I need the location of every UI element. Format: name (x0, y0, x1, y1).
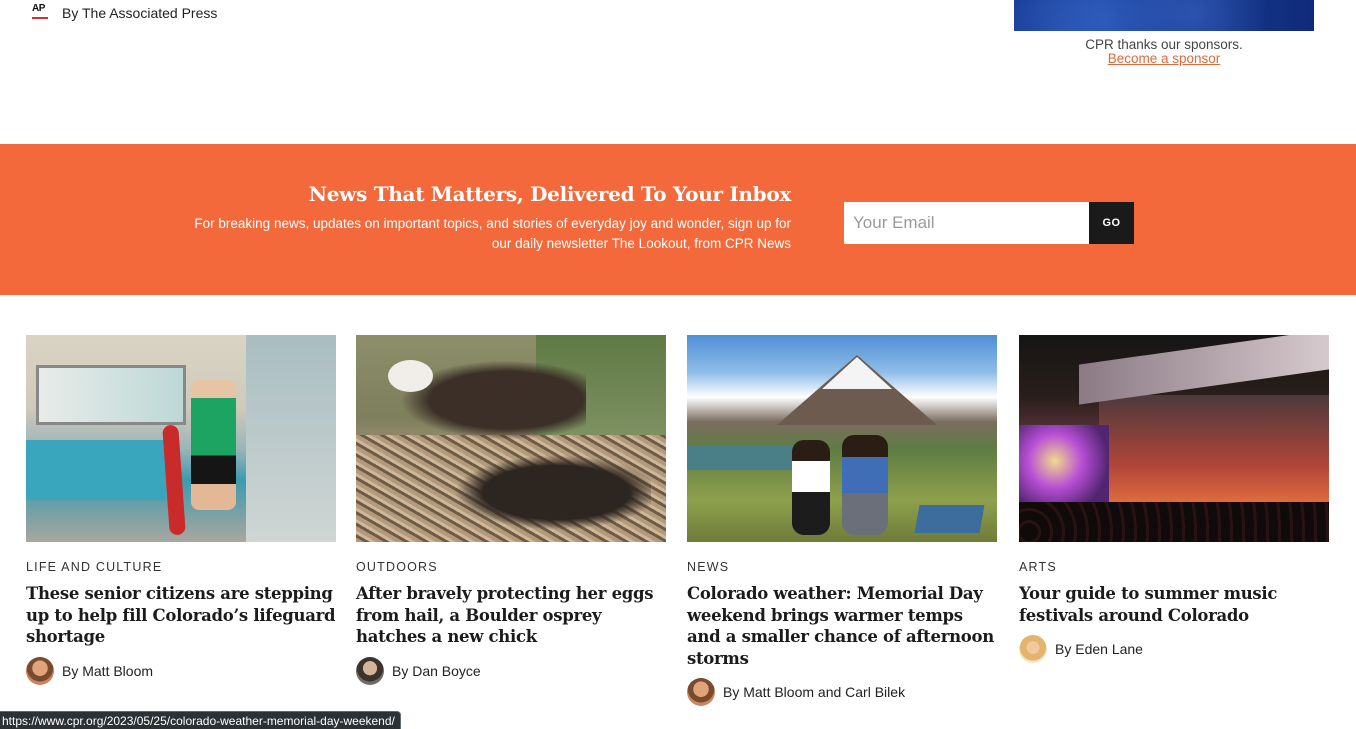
article-category[interactable]: NEWS (687, 560, 997, 574)
sponsor-image[interactable] (1014, 0, 1314, 31)
article-headline[interactable]: Your guide to summer music festivals aro… (1019, 583, 1329, 626)
article-headline[interactable]: These senior citizens are stepping up to… (26, 583, 336, 648)
author-name[interactable]: By Matt Bloom (62, 663, 153, 679)
sponsor-thanks-text: CPR thanks our sponsors. (1085, 37, 1243, 52)
article-thumbnail-mountain[interactable] (687, 335, 997, 542)
article-headline[interactable]: Colorado weather: Memorial Day weekend b… (687, 583, 997, 669)
browser-status-url: https://www.cpr.org/2023/05/25/colorado-… (0, 711, 401, 729)
article-card[interactable]: ARTS Your guide to summer music festival… (1019, 335, 1329, 663)
avatar (26, 656, 54, 685)
article-thumbnail-concert[interactable] (1019, 335, 1329, 542)
newsletter-description: For breaking news, updates on important … (194, 216, 791, 251)
newsletter-signup: News That Matters, Delivered To Your Inb… (0, 144, 1356, 295)
avatar (687, 678, 715, 706)
article-author: By Dan Boyce (356, 656, 666, 685)
article-category[interactable]: OUTDOORS (356, 560, 666, 574)
ap-logo-icon: AP (32, 3, 50, 22)
article-thumbnail-lifeguard[interactable] (26, 335, 336, 542)
article-card[interactable]: NEWS Colorado weather: Memorial Day week… (687, 335, 997, 706)
article-card[interactable]: OUTDOORS After bravely protecting her eg… (356, 335, 666, 685)
article-category[interactable]: LIFE AND CULTURE (26, 560, 336, 574)
author-name[interactable]: By Dan Boyce (392, 663, 481, 679)
email-input[interactable] (844, 202, 1089, 244)
become-sponsor-link[interactable]: Become a sponsor (1108, 51, 1221, 66)
byline-text: By The Associated Press (62, 5, 218, 21)
article-category[interactable]: ARTS (1019, 560, 1329, 574)
newsletter-title: News That Matters, Delivered To Your Inb… (308, 182, 792, 206)
sponsor-link-wrapper: Become a sponsor (1014, 51, 1314, 66)
ap-logo-bar (32, 17, 48, 19)
article-author: By Matt Bloom and Carl Bilek (687, 678, 997, 706)
top-byline: AP By The Associated Press (32, 3, 218, 22)
article-author: By Matt Bloom (26, 656, 336, 685)
newsletter-form: GO (844, 202, 1134, 244)
author-name[interactable]: By Matt Bloom and Carl Bilek (723, 684, 905, 700)
article-thumbnail-osprey[interactable] (356, 335, 666, 542)
ap-logo-text: AP (32, 3, 45, 14)
avatar (1019, 635, 1047, 663)
article-headline[interactable]: After bravely protecting her eggs from h… (356, 583, 666, 648)
article-card[interactable]: LIFE AND CULTURE These senior citizens a… (26, 335, 336, 685)
newsletter-text: News That Matters, Delivered To Your Inb… (191, 182, 791, 254)
article-author: By Eden Lane (1019, 635, 1329, 663)
avatar (356, 656, 384, 685)
go-button[interactable]: GO (1089, 202, 1134, 244)
author-name[interactable]: By Eden Lane (1055, 641, 1143, 657)
